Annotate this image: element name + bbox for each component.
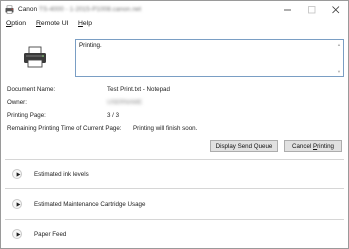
remaining-time-label: Remaining Printing Time of Current Page: xyxy=(7,125,122,132)
paper-feed-label[interactable]: Paper Feed xyxy=(34,231,66,238)
close-button[interactable] xyxy=(324,1,348,18)
window-title-printer: TS-4000 - 1-2015-P1008.canon.net xyxy=(38,6,142,13)
display-send-queue-button[interactable]: Display Send Queue xyxy=(210,140,278,152)
expand-paper-feed-button[interactable] xyxy=(12,229,22,239)
scroll-down-icon[interactable]: ▼ xyxy=(337,69,341,74)
printing-page-value: 3 / 3 xyxy=(107,112,120,119)
maintenance-cartridge-label[interactable]: Estimated Maintenance Cartridge Usage xyxy=(34,201,145,208)
document-name-label: Document Name: xyxy=(7,86,56,93)
menu-help[interactable]: Help xyxy=(78,20,92,27)
menu-option[interactable]: Option xyxy=(6,20,26,27)
menu-bar: Option Remote UI Help xyxy=(1,18,348,30)
window-title: Canon TS-4000 - 1-2015-P1008.canon.net xyxy=(18,6,141,13)
scroll-up-icon[interactable]: ▲ xyxy=(337,42,341,47)
play-icon xyxy=(16,202,20,207)
printer-status-window: Canon TS-4000 - 1-2015-P1008.canon.net O… xyxy=(0,0,349,249)
play-icon xyxy=(16,232,20,237)
window-title-app: Canon xyxy=(18,6,38,13)
minimize-icon xyxy=(284,9,291,10)
document-name-value: Test Print.txt - Notepad xyxy=(107,86,170,93)
divider xyxy=(5,188,344,189)
expand-ink-levels-button[interactable] xyxy=(12,169,22,179)
menu-help-rest: elp xyxy=(82,20,92,27)
cancel-printing-label-pre: Cancel xyxy=(292,142,313,150)
ink-levels-label[interactable]: Estimated ink levels xyxy=(34,171,89,178)
owner-label: Owner: xyxy=(7,99,27,106)
menu-remote-ui[interactable]: Remote UI xyxy=(36,20,69,27)
maximize-icon xyxy=(308,5,316,13)
menu-remote-ui-rest: emote UI xyxy=(40,20,69,27)
divider xyxy=(5,219,344,220)
owner-value: USERNAME xyxy=(107,99,143,106)
close-icon xyxy=(332,5,340,13)
cancel-printing-button[interactable]: Cancel Printing xyxy=(284,140,342,152)
maximize-button[interactable] xyxy=(300,1,324,18)
divider xyxy=(5,159,344,160)
printer-icon xyxy=(24,46,46,68)
status-message: Printing. xyxy=(79,42,102,49)
status-message-box[interactable]: Printing. ▲ ▼ xyxy=(75,39,344,77)
expand-maintenance-cartridge-button[interactable] xyxy=(12,199,22,209)
minimize-button[interactable] xyxy=(276,1,300,18)
remaining-time-value: Printing will finish soon. xyxy=(133,125,198,132)
menu-option-rest: ption xyxy=(11,20,27,27)
play-icon xyxy=(16,172,20,177)
cancel-printing-label-post: rinting xyxy=(317,142,334,150)
canon-printer-icon xyxy=(5,5,14,14)
title-bar[interactable]: Canon TS-4000 - 1-2015-P1008.canon.net xyxy=(1,1,348,18)
printing-page-label: Printing Page: xyxy=(7,112,46,119)
